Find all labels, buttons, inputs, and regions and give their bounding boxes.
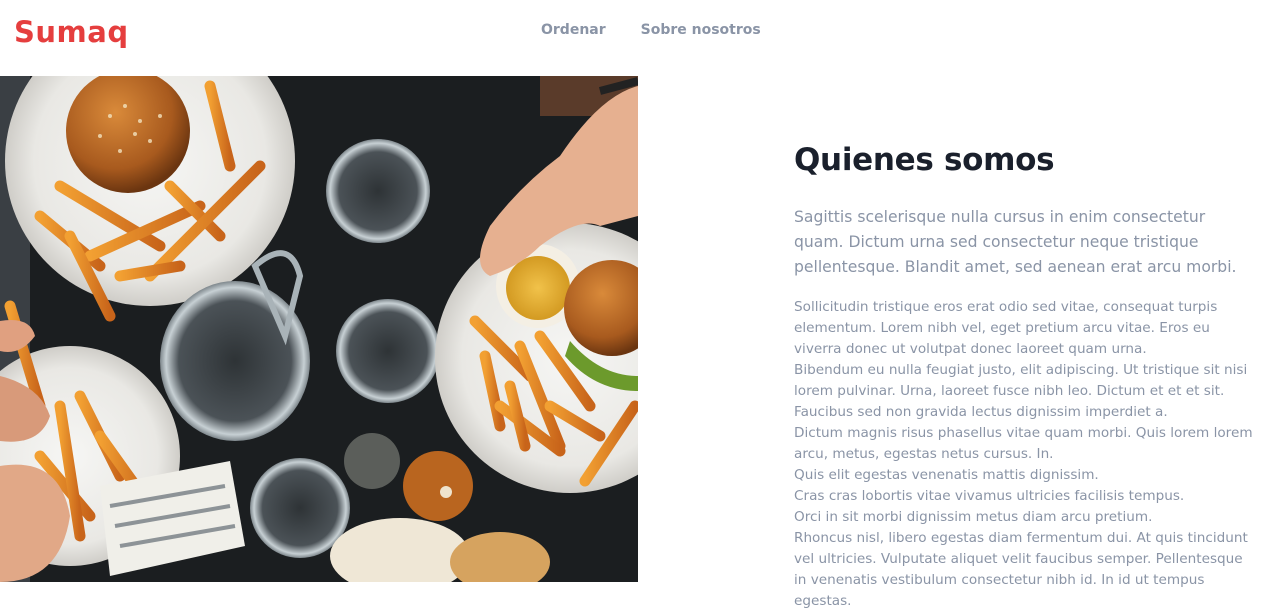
about-paragraph: Orci in sit morbi dignissim metus diam a… <box>794 509 1153 525</box>
main-nav: Ordenar Sobre nosotros <box>541 20 761 40</box>
about-paragraph: Rhoncus nisl, libero egestas diam fermen… <box>794 530 1248 609</box>
about-section: Quienes somos Sagittis scelerisque nulla… <box>794 140 1254 612</box>
about-paragraph: Cras cras lobortis vitae vivamus ultrici… <box>794 488 1185 504</box>
about-lead: Sagittis scelerisque nulla cursus in eni… <box>794 208 1237 276</box>
about-title: Quienes somos <box>794 142 1055 178</box>
about-paragraph: Dictum magnis risus phasellus vitae quam… <box>794 425 1253 462</box>
about-paragraph: Bibendum eu nulla feugiat justo, elit ad… <box>794 362 1248 420</box>
hero-image <box>0 76 638 582</box>
site-header: Sumaq Ordenar Sobre nosotros <box>0 0 1276 76</box>
about-paragraph: Sollicitudin tristique eros erat odio se… <box>794 299 1218 357</box>
nav-link-sobre-nosotros[interactable]: Sobre nosotros <box>641 20 761 40</box>
food-table-photo-icon <box>0 76 638 582</box>
about-body: Sollicitudin tristique eros erat odio se… <box>794 297 1254 612</box>
nav-link-ordenar[interactable]: Ordenar <box>541 20 606 40</box>
brand-logo[interactable]: Sumaq <box>14 14 129 50</box>
about-paragraph: Quis elit egestas venenatis mattis digni… <box>794 467 1099 483</box>
